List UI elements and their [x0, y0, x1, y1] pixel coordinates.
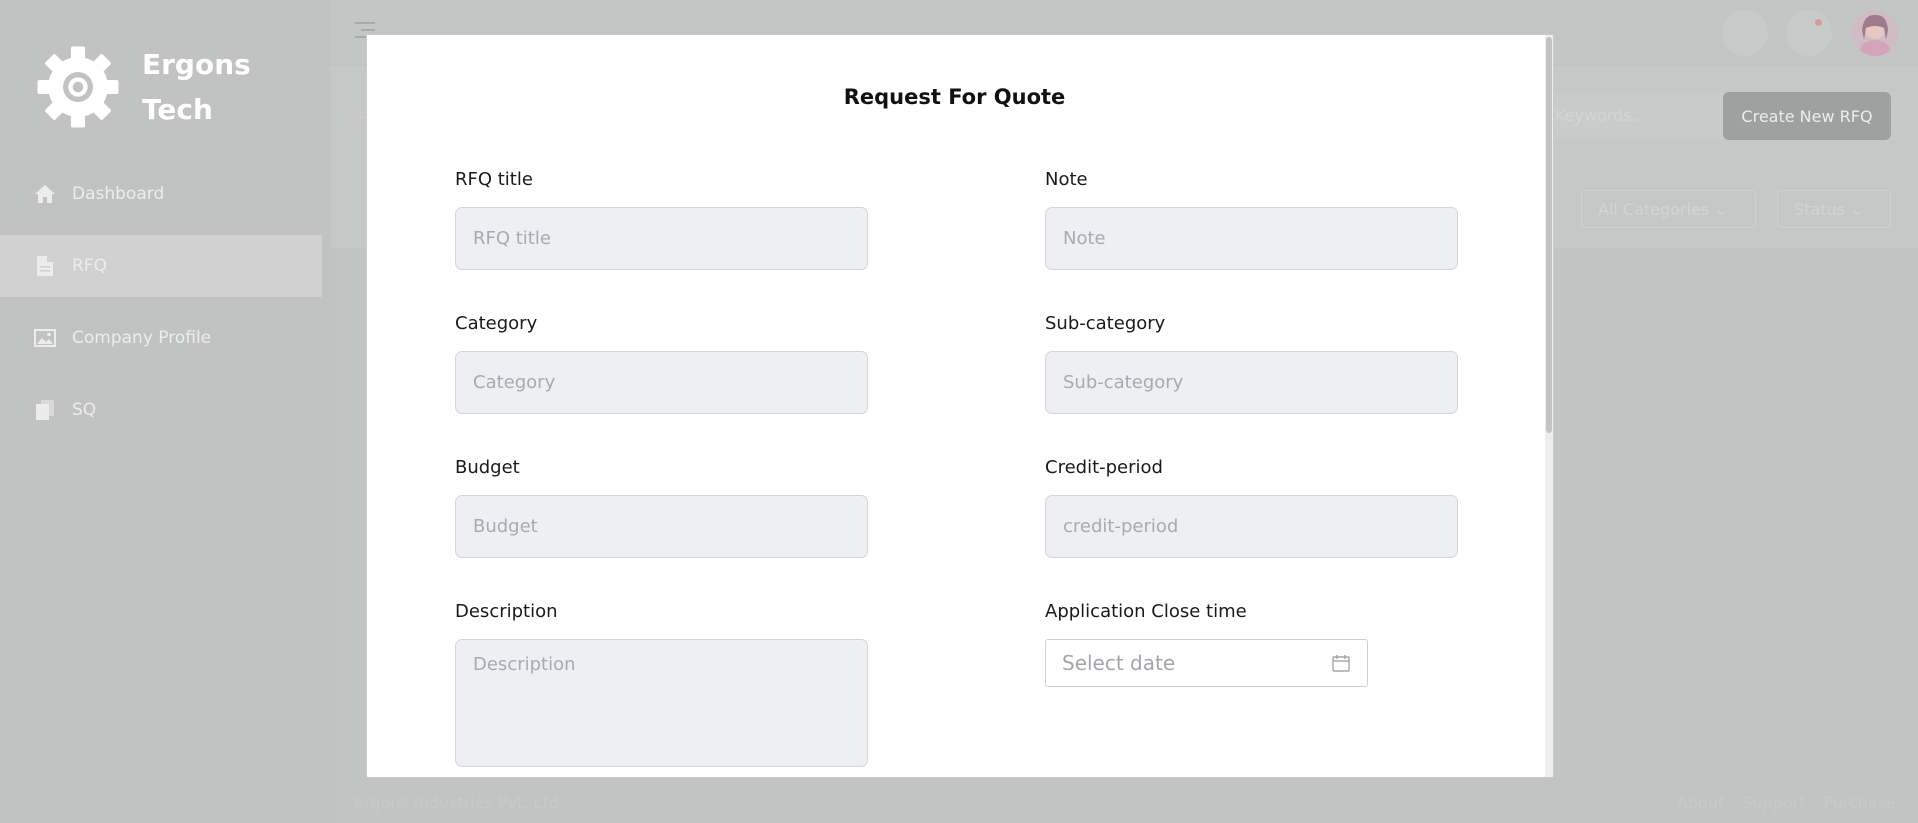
sub-category-input[interactable]: [1045, 351, 1458, 414]
sidebar-item-label: Dashboard: [72, 184, 165, 204]
copy-icon: [34, 399, 56, 421]
document-icon: [34, 255, 56, 277]
brand-name: Ergons Tech: [142, 42, 251, 132]
status-filter-label: Status: [1794, 200, 1845, 219]
sidebar-item-label: RFQ: [72, 256, 107, 276]
credit-period-field: Credit-period: [1045, 457, 1458, 558]
modal-scrollbar[interactable]: [1545, 35, 1553, 777]
brand-name-line2: Tech: [142, 93, 213, 126]
search-input[interactable]: Keywords...: [1535, 92, 1725, 140]
footer-links: About Support Purchase: [1677, 793, 1896, 812]
home-icon: [34, 183, 56, 205]
description-textarea[interactable]: [455, 639, 868, 767]
close-time-label: Application Close time: [1045, 601, 1247, 622]
sidebar-item-dashboard[interactable]: Dashboard: [0, 163, 330, 225]
settings-button[interactable]: [1722, 10, 1768, 56]
notification-button[interactable]: [1786, 10, 1832, 56]
chevron-down-icon: ⌄: [1850, 200, 1864, 219]
rfq-title-label: RFQ title: [455, 169, 533, 190]
category-filter[interactable]: All Categories ⌄: [1581, 190, 1756, 228]
close-time-field: Application Close time Select date: [1045, 601, 1368, 687]
sub-category-field: Sub-category: [1045, 313, 1458, 414]
description-label: Description: [455, 601, 558, 622]
budget-field: Budget: [455, 457, 868, 558]
footer-link-about[interactable]: About: [1677, 793, 1724, 812]
sidebar-item-label: Company Profile: [72, 328, 212, 348]
note-label: Note: [1045, 169, 1088, 190]
rfq-title-input[interactable]: [455, 207, 868, 270]
note-input[interactable]: [1045, 207, 1458, 270]
category-label: Category: [455, 313, 538, 334]
user-avatar-icon: [1858, 14, 1892, 56]
category-input[interactable]: [455, 351, 868, 414]
notification-dot-icon: [1815, 19, 1822, 26]
date-picker-placeholder: Select date: [1062, 651, 1176, 675]
sidebar: Ergons Tech Dashboard RFQ Company Profil…: [0, 0, 330, 823]
category-field: Category: [455, 313, 868, 414]
sidebar-item-rfq[interactable]: RFQ: [0, 235, 322, 297]
note-field: Note: [1045, 169, 1458, 270]
image-icon: [34, 327, 56, 349]
sidebar-item-company-profile[interactable]: Company Profile: [0, 307, 330, 369]
credit-period-label: Credit-period: [1045, 457, 1163, 478]
modal-title: Request For Quote: [843, 85, 1066, 109]
calendar-icon: [1332, 655, 1350, 672]
date-picker[interactable]: Select date: [1045, 639, 1368, 687]
sidebar-item-label: SQ: [72, 400, 97, 420]
gear-logo-icon: [37, 46, 119, 128]
create-new-rfq-button[interactable]: Create New RFQ: [1723, 92, 1891, 140]
avatar[interactable]: [1852, 10, 1898, 56]
description-field: Description: [455, 601, 868, 771]
category-filter-label: All Categories: [1598, 200, 1710, 219]
modal-scrollbar-thumb[interactable]: [1546, 37, 1552, 433]
rfq-title-field: RFQ title: [455, 169, 868, 270]
footer-link-support[interactable]: Support: [1742, 793, 1805, 812]
sidebar-nav: Dashboard RFQ Company Profile SQ: [0, 163, 330, 451]
budget-label: Budget: [455, 457, 520, 478]
chevron-down-icon: ⌄: [1714, 200, 1728, 219]
sidebar-item-sq[interactable]: SQ: [0, 379, 330, 441]
budget-input[interactable]: [455, 495, 868, 558]
credit-period-input[interactable]: [1045, 495, 1458, 558]
status-filter[interactable]: Status ⌄: [1777, 190, 1891, 228]
footer-link-purchase[interactable]: Purchase: [1823, 793, 1896, 812]
rfq-modal: Request For Quote RFQ title Note Categor…: [366, 34, 1554, 778]
footer-company: Ergons Industries Pvt. Ltd: [354, 793, 559, 812]
sub-category-label: Sub-category: [1045, 313, 1166, 334]
brand-name-line1: Ergons: [142, 48, 251, 81]
brand[interactable]: Ergons Tech: [34, 42, 251, 132]
